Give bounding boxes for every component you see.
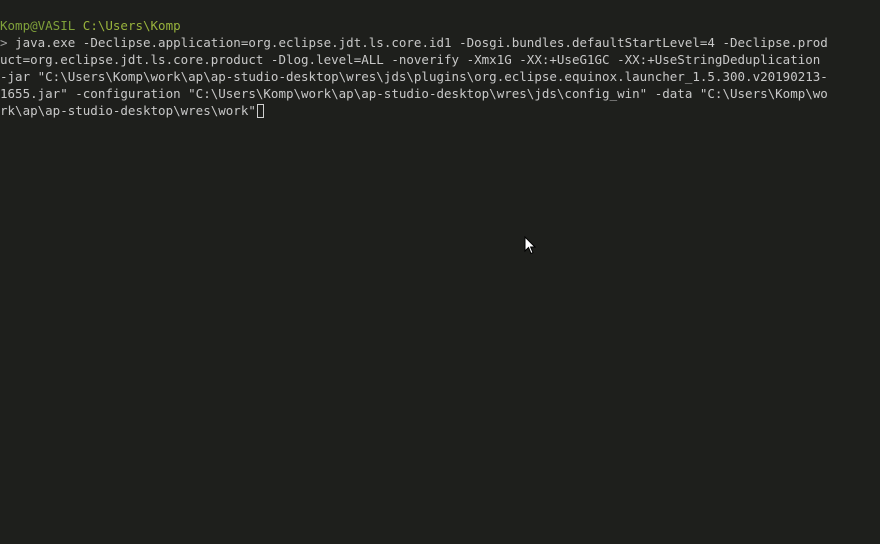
prompt-cwd: C:\Users\Komp [82, 18, 181, 33]
prompt-line: Komp@VASIL C:\Users\Komp [0, 17, 181, 34]
mouse-pointer-icon [524, 236, 536, 255]
text-cursor[interactable] [256, 104, 264, 118]
command-line-1: > java.exe -Declipse.application=org.ecl… [0, 34, 828, 51]
terminal-window[interactable]: Komp@VASIL C:\Users\Komp > java.exe -Dec… [0, 0, 880, 544]
command-line-3: -jar "C:\Users\Komp\work\ap\ap-studio-de… [0, 69, 828, 84]
command-text: java.exe -Declipse.application=org.eclip… [7, 35, 828, 50]
prompt-user-host: Komp@VASIL [0, 18, 76, 33]
prompt-symbol: > [0, 35, 8, 50]
command-line-4: 1655.jar" -configuration "C:\Users\Komp\… [0, 86, 828, 101]
command-line-5: rk\ap\ap-studio-desktop\wres\work" [0, 102, 264, 119]
command-text-end: rk\ap\ap-studio-desktop\wres\work" [0, 103, 256, 118]
command-line-2: uct=org.eclipse.jdt.ls.core.product -Dlo… [0, 52, 821, 67]
